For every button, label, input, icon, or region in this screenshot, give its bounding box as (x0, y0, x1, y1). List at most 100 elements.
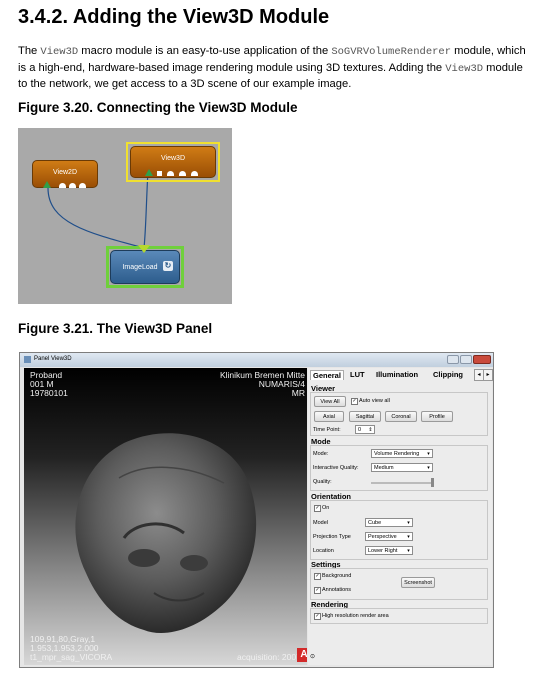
tab-scroll-right-icon[interactable]: ▸ (483, 369, 493, 381)
tab-lut[interactable]: LUT (350, 370, 365, 379)
output-port-icon (167, 171, 174, 176)
hires-label: High resolution render area (322, 613, 389, 619)
output-port-icon (69, 183, 76, 188)
mode-label: Mode: (313, 451, 329, 457)
status-icon: ⊙ (310, 654, 316, 660)
tab-clipping[interactable]: Clipping (433, 370, 463, 379)
intro-line-2: is a high-end, hardware-based image rend… (18, 61, 549, 78)
overlay-text: 19780101 (30, 388, 68, 398)
output-port-icon (79, 183, 86, 188)
tab-bar: General LUT Illumination Clipping ◂ ▸ (308, 368, 493, 382)
coronal-button[interactable]: Coronal (385, 411, 417, 422)
overlay-text: t1_mpr_sag_VICORA (30, 652, 113, 662)
viewer-overlay-bottom-left: 109,91,80,Gray,1 1.953,1.953,2.000 t1_mp… (30, 635, 112, 662)
window-titlebar: Panel View3D (20, 353, 493, 367)
module-label: View2D (53, 169, 77, 176)
maximize-button[interactable] (460, 355, 472, 364)
reload-icon: ↻ (163, 261, 173, 271)
model-select[interactable]: Cube ▾ (365, 518, 413, 527)
text: module, which (451, 45, 526, 57)
sagittal-button[interactable]: Sagittal (349, 411, 381, 422)
skull-render (75, 433, 257, 634)
interactive-quality-label: Interactive Quality: (313, 465, 359, 471)
text: The (18, 45, 41, 57)
mode-select[interactable]: Volume Rendering ▾ (371, 449, 433, 458)
location-select[interactable]: Lower Right ▾ (365, 546, 413, 555)
module-label: View3D (161, 155, 185, 162)
close-button[interactable] (473, 355, 491, 364)
orientation-on-checkbox[interactable]: ✓ (314, 505, 321, 512)
time-point-label: Time Point: (313, 427, 341, 433)
intro-line-1: The View3D macro module is an easy-to-us… (18, 44, 549, 61)
output-port-icon (59, 183, 66, 188)
screenshot-button[interactable]: Screenshot (401, 577, 435, 588)
location-label: Location (313, 548, 334, 554)
auto-view-all-checkbox[interactable]: ✓ (351, 398, 358, 405)
chevron-down-icon: ▾ (407, 520, 410, 526)
tab-general[interactable]: General (310, 370, 344, 380)
output-port-icon (138, 245, 150, 253)
quality-slider-handle[interactable] (431, 478, 434, 487)
code-view3d: View3D (445, 62, 484, 75)
input-port-icon (43, 181, 51, 188)
input-port-icon (145, 169, 153, 176)
hires-checkbox[interactable]: ✓ (314, 613, 321, 620)
location-value: Lower Right (368, 548, 398, 554)
settings-group: ✓ Background ✓ Annotations Screenshot (310, 568, 488, 600)
projection-type-value: Perspective (368, 534, 397, 540)
intro-paragraph: The View3D macro module is an easy-to-us… (18, 44, 549, 93)
output-port-icon (191, 171, 198, 176)
minimize-button[interactable] (447, 355, 459, 364)
model-label: Model (313, 520, 328, 526)
section-heading: 3.4.2. Adding the View3D Module (18, 6, 330, 28)
orientation-group: ✓ On Model Cube ▾ Projection Type Perspec… (310, 500, 488, 560)
panel-window: Panel View3D Proband 001 M 19780101 Klin… (19, 352, 494, 668)
text: macro module is an easy-to-use applicati… (78, 45, 332, 57)
interactive-quality-select[interactable]: Medium ▾ (371, 463, 433, 472)
tab-illumination[interactable]: Illumination (376, 370, 418, 379)
time-point-spinbox[interactable]: 0 ⇕ (355, 425, 375, 434)
3d-viewer[interactable]: Proband 001 M 19780101 Klinikum Bremen M… (24, 368, 307, 665)
text: module (483, 61, 523, 74)
time-point-value: 0 (358, 427, 362, 433)
text: is a high-end, hardware-based image rend… (18, 61, 446, 74)
rendering-group: ✓ High resolution render area (310, 608, 488, 624)
axial-button[interactable]: Axial (314, 411, 344, 422)
chevron-down-icon: ▾ (407, 534, 410, 540)
profile-button[interactable]: Profile (421, 411, 453, 422)
intro-line-3: to the network, we get access to a 3D sc… (18, 78, 352, 90)
window-title: Panel View3D (34, 356, 72, 362)
chevron-down-icon: ▾ (427, 451, 430, 457)
chevron-down-icon: ▾ (427, 465, 430, 471)
viewer-group: View All ✓ Auto view all Axial Sagittal … (310, 392, 488, 436)
viewer-overlay-top-left: Proband 001 M 19780101 (30, 371, 68, 398)
overlay-text: MR (291, 388, 305, 398)
spinner-arrows-icon[interactable]: ⇕ (367, 426, 374, 433)
interactive-quality-value: Medium (374, 465, 394, 471)
auto-view-all-label: Auto view all (359, 398, 390, 404)
mode-group: Mode: Volume Rendering ▾ Interactive Qual… (310, 445, 488, 491)
annotations-checkbox[interactable]: ✓ (314, 587, 321, 594)
view3d-module[interactable]: View3D (130, 146, 216, 178)
imageload-module[interactable]: ImageLoad ↻ (110, 245, 180, 284)
background-label: Background (322, 573, 352, 579)
quality-slider[interactable] (371, 482, 433, 484)
viewer-overlay-top-right: Klinikum Bremen Mitte NUMARIS/4 MR (220, 371, 305, 398)
settings-panel: General LUT Illumination Clipping ◂ ▸ Vi… (308, 368, 493, 665)
code-view3d: View3D (40, 46, 79, 58)
model-value: Cube (368, 520, 382, 526)
orientation-marker-icon: A (297, 648, 307, 662)
code-sogvr: SoGVRVolumeRenderer (331, 46, 452, 58)
annotations-label: Annotations (322, 587, 352, 593)
view-all-button[interactable]: View All (314, 396, 346, 407)
figure-caption-2: Figure 3.21. The View3D Panel (18, 321, 213, 336)
background-checkbox[interactable]: ✓ (314, 573, 321, 580)
quality-label: Quality: (313, 479, 332, 485)
app-icon (24, 356, 31, 363)
mode-value: Volume Rendering (374, 451, 420, 457)
figure-caption-1: Figure 3.20. Connecting the View3D Modul… (18, 100, 298, 115)
projection-type-select[interactable]: Perspective ▾ (365, 532, 413, 541)
projection-type-label: Projection Type (313, 534, 351, 540)
view2d-module[interactable]: View2D (32, 160, 98, 188)
orientation-on-label: On (322, 505, 330, 511)
